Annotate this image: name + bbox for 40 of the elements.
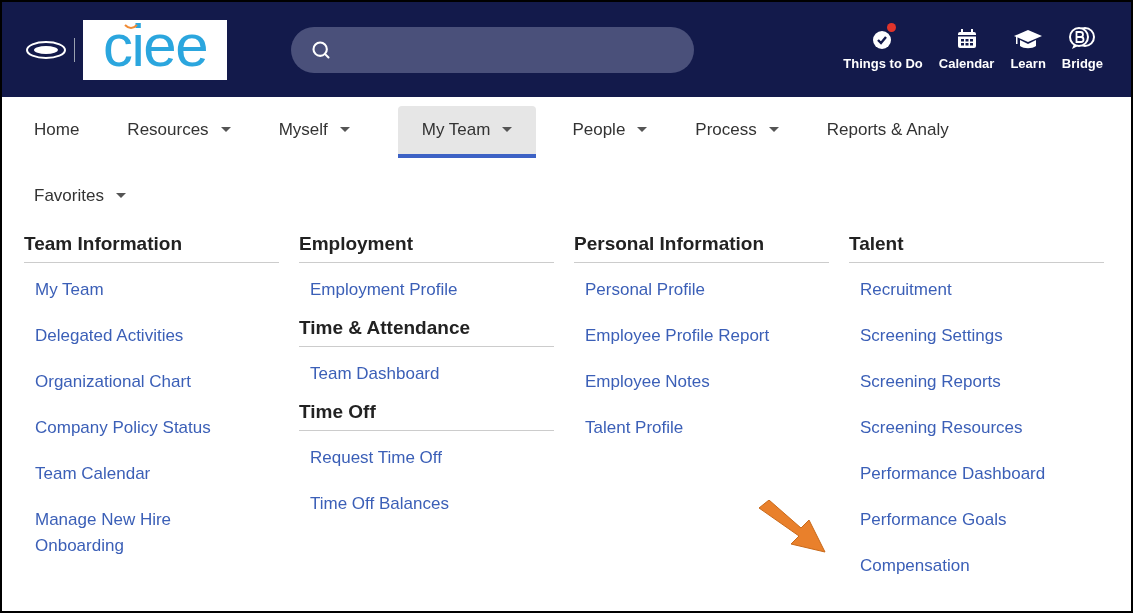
menu-link[interactable]: Recruitment [849, 267, 1089, 313]
menu-link[interactable]: Company Policy Status [24, 405, 264, 451]
menu-link[interactable]: Employee Notes [574, 359, 814, 405]
section-heading: Personal Information [574, 229, 829, 263]
nav-tab[interactable]: Myself [278, 104, 350, 156]
menu-link[interactable]: Compensation [849, 543, 1089, 589]
menu-link[interactable]: Team Dashboard [299, 351, 539, 397]
menu-link[interactable]: Personal Profile [574, 267, 814, 313]
menu-link[interactable]: Time Off Balances [299, 481, 539, 527]
menu-link[interactable]: Performance Dashboard [849, 451, 1089, 497]
nav-tab[interactable]: My Team [397, 106, 537, 158]
logo: ciee [83, 19, 227, 80]
toolbar-button[interactable]: Things to Do [843, 25, 923, 74]
section-heading: Team Information [24, 229, 279, 263]
toolbar-button[interactable]: Bridge [1061, 25, 1103, 74]
section-heading: Time & Attendance [299, 313, 554, 347]
menu-link[interactable]: Team Calendar [24, 451, 264, 497]
menu-link[interactable]: My Team [24, 267, 264, 313]
menu-link[interactable]: Manage New Hire Onboarding [24, 497, 264, 569]
nav-tab[interactable]: Favorites [34, 170, 126, 222]
toolbar-button[interactable]: Calendar [938, 27, 995, 74]
section-heading: Employment [299, 229, 554, 263]
menu-link[interactable]: Performance Goals [849, 497, 1089, 543]
menu-link[interactable]: Employment Profile [299, 267, 539, 313]
menu-link[interactable]: Talent Profile [574, 405, 814, 451]
menu-link[interactable]: Organizational Chart [24, 359, 264, 405]
nav-tab[interactable]: Reports & Analy [826, 104, 949, 156]
menu-link[interactable]: Request Time Off [299, 435, 539, 481]
menu-link[interactable]: Delegated Activities [24, 313, 264, 359]
section-heading: Time Off [299, 397, 554, 431]
menu-link[interactable]: Screening Resources [849, 405, 1089, 451]
menu-link[interactable]: Screening Settings [849, 313, 1089, 359]
nav-tab[interactable]: Home [34, 104, 80, 156]
toolbar-button[interactable]: Learn [1010, 27, 1046, 74]
menu-link[interactable]: Screening Reports [849, 359, 1089, 405]
nav-tab[interactable]: Process [695, 104, 779, 156]
section-heading: Talent [849, 229, 1104, 263]
nav-tab[interactable]: Resources [127, 104, 231, 156]
menu-link[interactable]: Employee Profile Report [574, 313, 814, 359]
nav-tab[interactable]: People [572, 104, 648, 156]
